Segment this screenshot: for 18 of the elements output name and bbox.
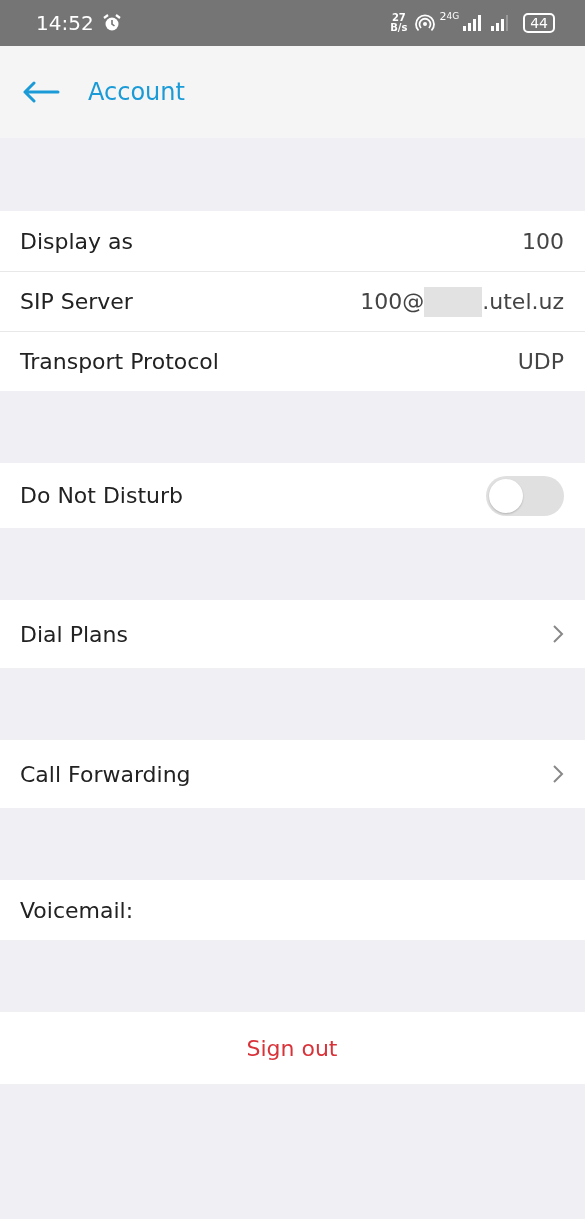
setting-label: Call Forwarding [20, 761, 191, 787]
status-time: 14:52 [36, 11, 94, 35]
setting-label: SIP Server [20, 289, 133, 314]
setting-value: .utel.uz [482, 289, 564, 314]
setting-label: Display as [20, 228, 134, 254]
setting-label: Voicemail: [20, 897, 134, 923]
setting-label: Dial Plans [20, 621, 128, 647]
network-speed: 27 B/s [390, 13, 408, 33]
setting-label: Transport Protocol [20, 349, 219, 374]
setting-value: UDP [517, 349, 564, 374]
sign-out-button[interactable]: Sign out [230, 1027, 354, 1069]
page-title: Account [88, 78, 185, 106]
sim-label: 2 [439, 10, 447, 23]
setting-value: 100 [522, 228, 564, 254]
setting-label: Do Not Disturb [20, 483, 184, 508]
network-type: 4G [446, 11, 460, 21]
battery-indicator: 44 [523, 13, 555, 33]
setting-value: 100@ [360, 289, 425, 314]
